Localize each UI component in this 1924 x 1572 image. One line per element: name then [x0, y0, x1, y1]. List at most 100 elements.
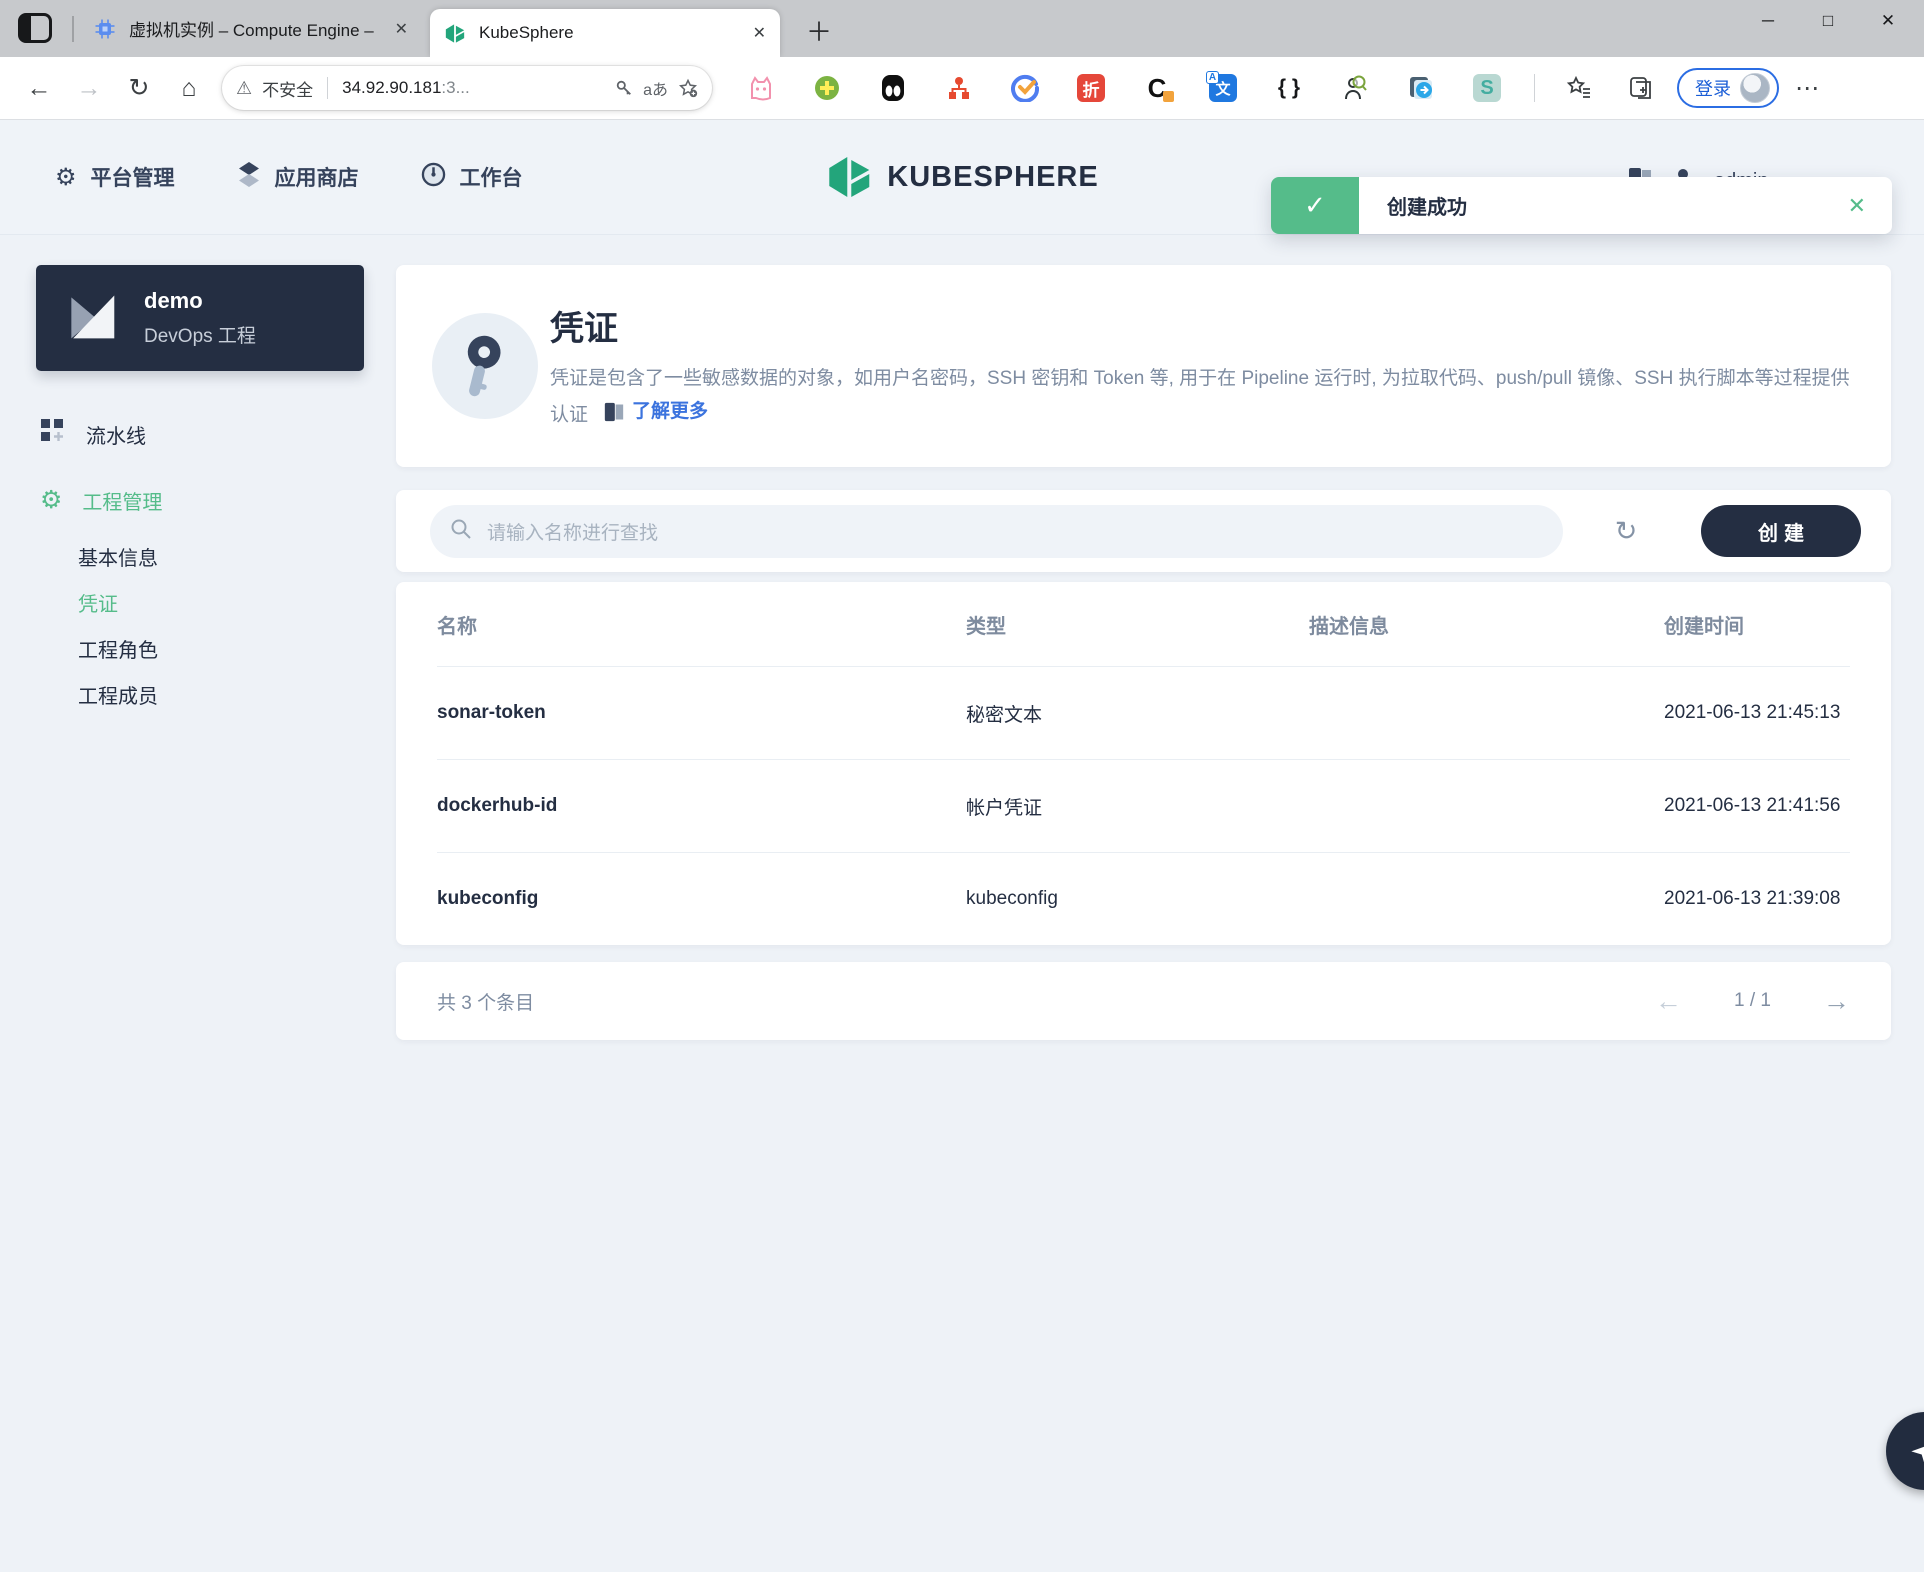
translate-extension-icon[interactable]: 文 A	[1208, 73, 1238, 103]
search-input[interactable]: 请输入名称进行查找	[430, 505, 1563, 558]
search-icon	[450, 518, 472, 545]
tab-title: 虚拟机实例 – Compute Engine –	[129, 16, 382, 41]
credential-type: 帐户凭证	[966, 793, 1309, 820]
org-chart-extension-icon[interactable]	[944, 73, 974, 103]
address-divider	[327, 77, 328, 99]
json-braces-extension-icon[interactable]: { }	[1274, 73, 1304, 103]
sidebar-subitem-credentials[interactable]: 凭证	[78, 580, 364, 624]
extensions-row: 折 C 文 A { } S	[746, 73, 1502, 103]
home-button[interactable]: ⌂	[164, 74, 214, 103]
kubesphere-logo[interactable]: KUBESPHERE	[825, 155, 1098, 199]
tab-close-icon[interactable]: ✕	[395, 19, 408, 39]
favorite-star-icon[interactable]	[678, 78, 698, 98]
refresh-button[interactable]: ↻	[1599, 504, 1653, 558]
signin-label: 登录	[1695, 75, 1731, 101]
tab-separator	[72, 16, 74, 42]
page-title: 凭证	[550, 301, 1860, 350]
credential-name[interactable]: sonar-token	[437, 702, 966, 724]
list-toolbar: 请输入名称进行查找 ↻ 创建	[396, 490, 1891, 572]
credential-type: 秘密文本	[966, 700, 1309, 727]
compute-engine-favicon	[94, 18, 116, 40]
next-page-icon[interactable]: →	[1823, 986, 1850, 1017]
url-text[interactable]: 34.92.90.181:3...	[342, 78, 605, 98]
toolbar-separator	[1534, 74, 1535, 102]
table-row[interactable]: kubeconfig kubeconfig 2021-06-13 21:39:0…	[437, 852, 1850, 945]
reload-button[interactable]: ↻	[114, 73, 164, 103]
project-type: DevOps 工程	[144, 321, 256, 348]
table-row[interactable]: dockerhub-id 帐户凭证 2021-06-13 21:41:56	[437, 759, 1850, 852]
learn-more-link[interactable]: 了解更多	[604, 395, 708, 428]
nav-app-store[interactable]: 应用商店	[237, 161, 359, 194]
translate-icon[interactable]: aあ	[643, 76, 668, 100]
kubesphere-favicon	[444, 22, 466, 44]
table-row[interactable]: sonar-token 秘密文本 2021-06-13 21:45:13	[437, 666, 1850, 759]
page-indicator: 1 / 1	[1734, 990, 1771, 1012]
sidebar-subitem-project-roles[interactable]: 工程角色	[78, 626, 364, 670]
key-icon[interactable]	[615, 79, 633, 97]
tab-title: KubeSphere	[479, 23, 740, 43]
todo-check-extension-icon[interactable]	[1010, 73, 1040, 103]
doc-icon	[604, 401, 624, 423]
gear-icon: ⚙	[55, 163, 77, 192]
sidebar-item-pipelines[interactable]: 流水线	[40, 410, 364, 458]
minimize-button[interactable]: ─	[1738, 0, 1798, 42]
cursor-arrow-icon: ➤	[1904, 1430, 1924, 1473]
key-icon	[446, 327, 524, 405]
credential-created: 2021-06-13 21:45:13	[1664, 697, 1850, 729]
toast-close-icon[interactable]: ✕	[1848, 193, 1866, 219]
credential-name[interactable]: dockerhub-id	[437, 795, 966, 817]
favorites-hub-icon[interactable]	[1561, 75, 1597, 101]
search-placeholder: 请输入名称进行查找	[487, 518, 658, 545]
table-footer: 共 3 个条目 ← 1 / 1 →	[396, 962, 1891, 1040]
user-search-extension-icon[interactable]	[1340, 73, 1370, 103]
project-icon	[62, 288, 118, 349]
new-tab-button[interactable]: ＋	[802, 12, 836, 49]
pipelines-icon	[40, 418, 66, 450]
sidebar-subitem-basic-info[interactable]: 基本信息	[78, 534, 364, 578]
clash-extension-icon[interactable]: C	[1142, 73, 1172, 103]
tab-kubesphere[interactable]: KubeSphere ✕	[430, 9, 780, 57]
column-description: 描述信息	[1309, 610, 1664, 639]
column-name: 名称	[437, 610, 966, 639]
tab-workspaces-icon[interactable]	[18, 13, 52, 43]
credential-name[interactable]: kubeconfig	[437, 888, 966, 910]
security-warning-icon[interactable]: ⚠	[236, 78, 252, 99]
browser-window: 虚拟机实例 – Compute Engine – ✕ KubeSphere ✕ …	[0, 0, 1924, 1572]
browser-menu-icon[interactable]: ⋯	[1795, 74, 1820, 103]
gear-icon: ⚙	[40, 485, 62, 515]
page-send-extension-icon[interactable]	[1406, 73, 1436, 103]
success-toast: ✓ 创建成功 ✕	[1271, 177, 1892, 234]
sidebar-subitem-project-members[interactable]: 工程成员	[78, 672, 364, 716]
toast-message: 创建成功	[1387, 191, 1467, 220]
security-label: 不安全	[262, 76, 313, 101]
previous-page-icon[interactable]: ←	[1655, 986, 1682, 1017]
zhe-coupon-extension-icon[interactable]: 折	[1076, 73, 1106, 103]
create-button[interactable]: 创建	[1701, 505, 1861, 557]
cat-catch-extension-icon[interactable]	[746, 73, 776, 103]
kubesphere-logo-mark	[825, 155, 873, 199]
floating-helper-button[interactable]: ➤	[1886, 1412, 1924, 1490]
credential-created: 2021-06-13 21:41:56	[1664, 790, 1850, 822]
close-window-button[interactable]: ✕	[1858, 0, 1918, 42]
window-controls: ─ □ ✕	[1738, 0, 1918, 42]
tab-compute-engine[interactable]: 虚拟机实例 – Compute Engine – ✕	[80, 0, 422, 57]
green-plus-extension-icon[interactable]	[812, 73, 842, 103]
address-bar[interactable]: ⚠ 不安全 34.92.90.181:3... aあ	[222, 66, 712, 110]
table-header: 名称 类型 描述信息 创建时间	[437, 582, 1850, 666]
sidebar-item-project-management[interactable]: ⚙ 工程管理	[40, 476, 364, 524]
maximize-button[interactable]: □	[1798, 0, 1858, 42]
project-card[interactable]: demo DevOps 工程	[36, 265, 364, 371]
tab-close-icon[interactable]: ✕	[753, 23, 766, 43]
credential-type: kubeconfig	[966, 888, 1309, 910]
signin-button[interactable]: 登录	[1677, 68, 1779, 108]
penguin-extension-icon[interactable]	[878, 73, 908, 103]
nav-workbench[interactable]: 工作台	[421, 162, 523, 193]
table-body: sonar-token 秘密文本 2021-06-13 21:45:13 doc…	[437, 666, 1850, 945]
forward-button[interactable]: →	[64, 74, 114, 103]
kubesphere-nav: ⚙ 平台管理 应用商店 工作台	[55, 120, 523, 234]
workbench-icon	[421, 162, 446, 193]
collections-icon[interactable]	[1623, 75, 1659, 101]
s-teal-extension-icon[interactable]: S	[1472, 73, 1502, 103]
back-button[interactable]: ←	[14, 74, 64, 103]
nav-platform-management[interactable]: ⚙ 平台管理	[55, 162, 175, 192]
